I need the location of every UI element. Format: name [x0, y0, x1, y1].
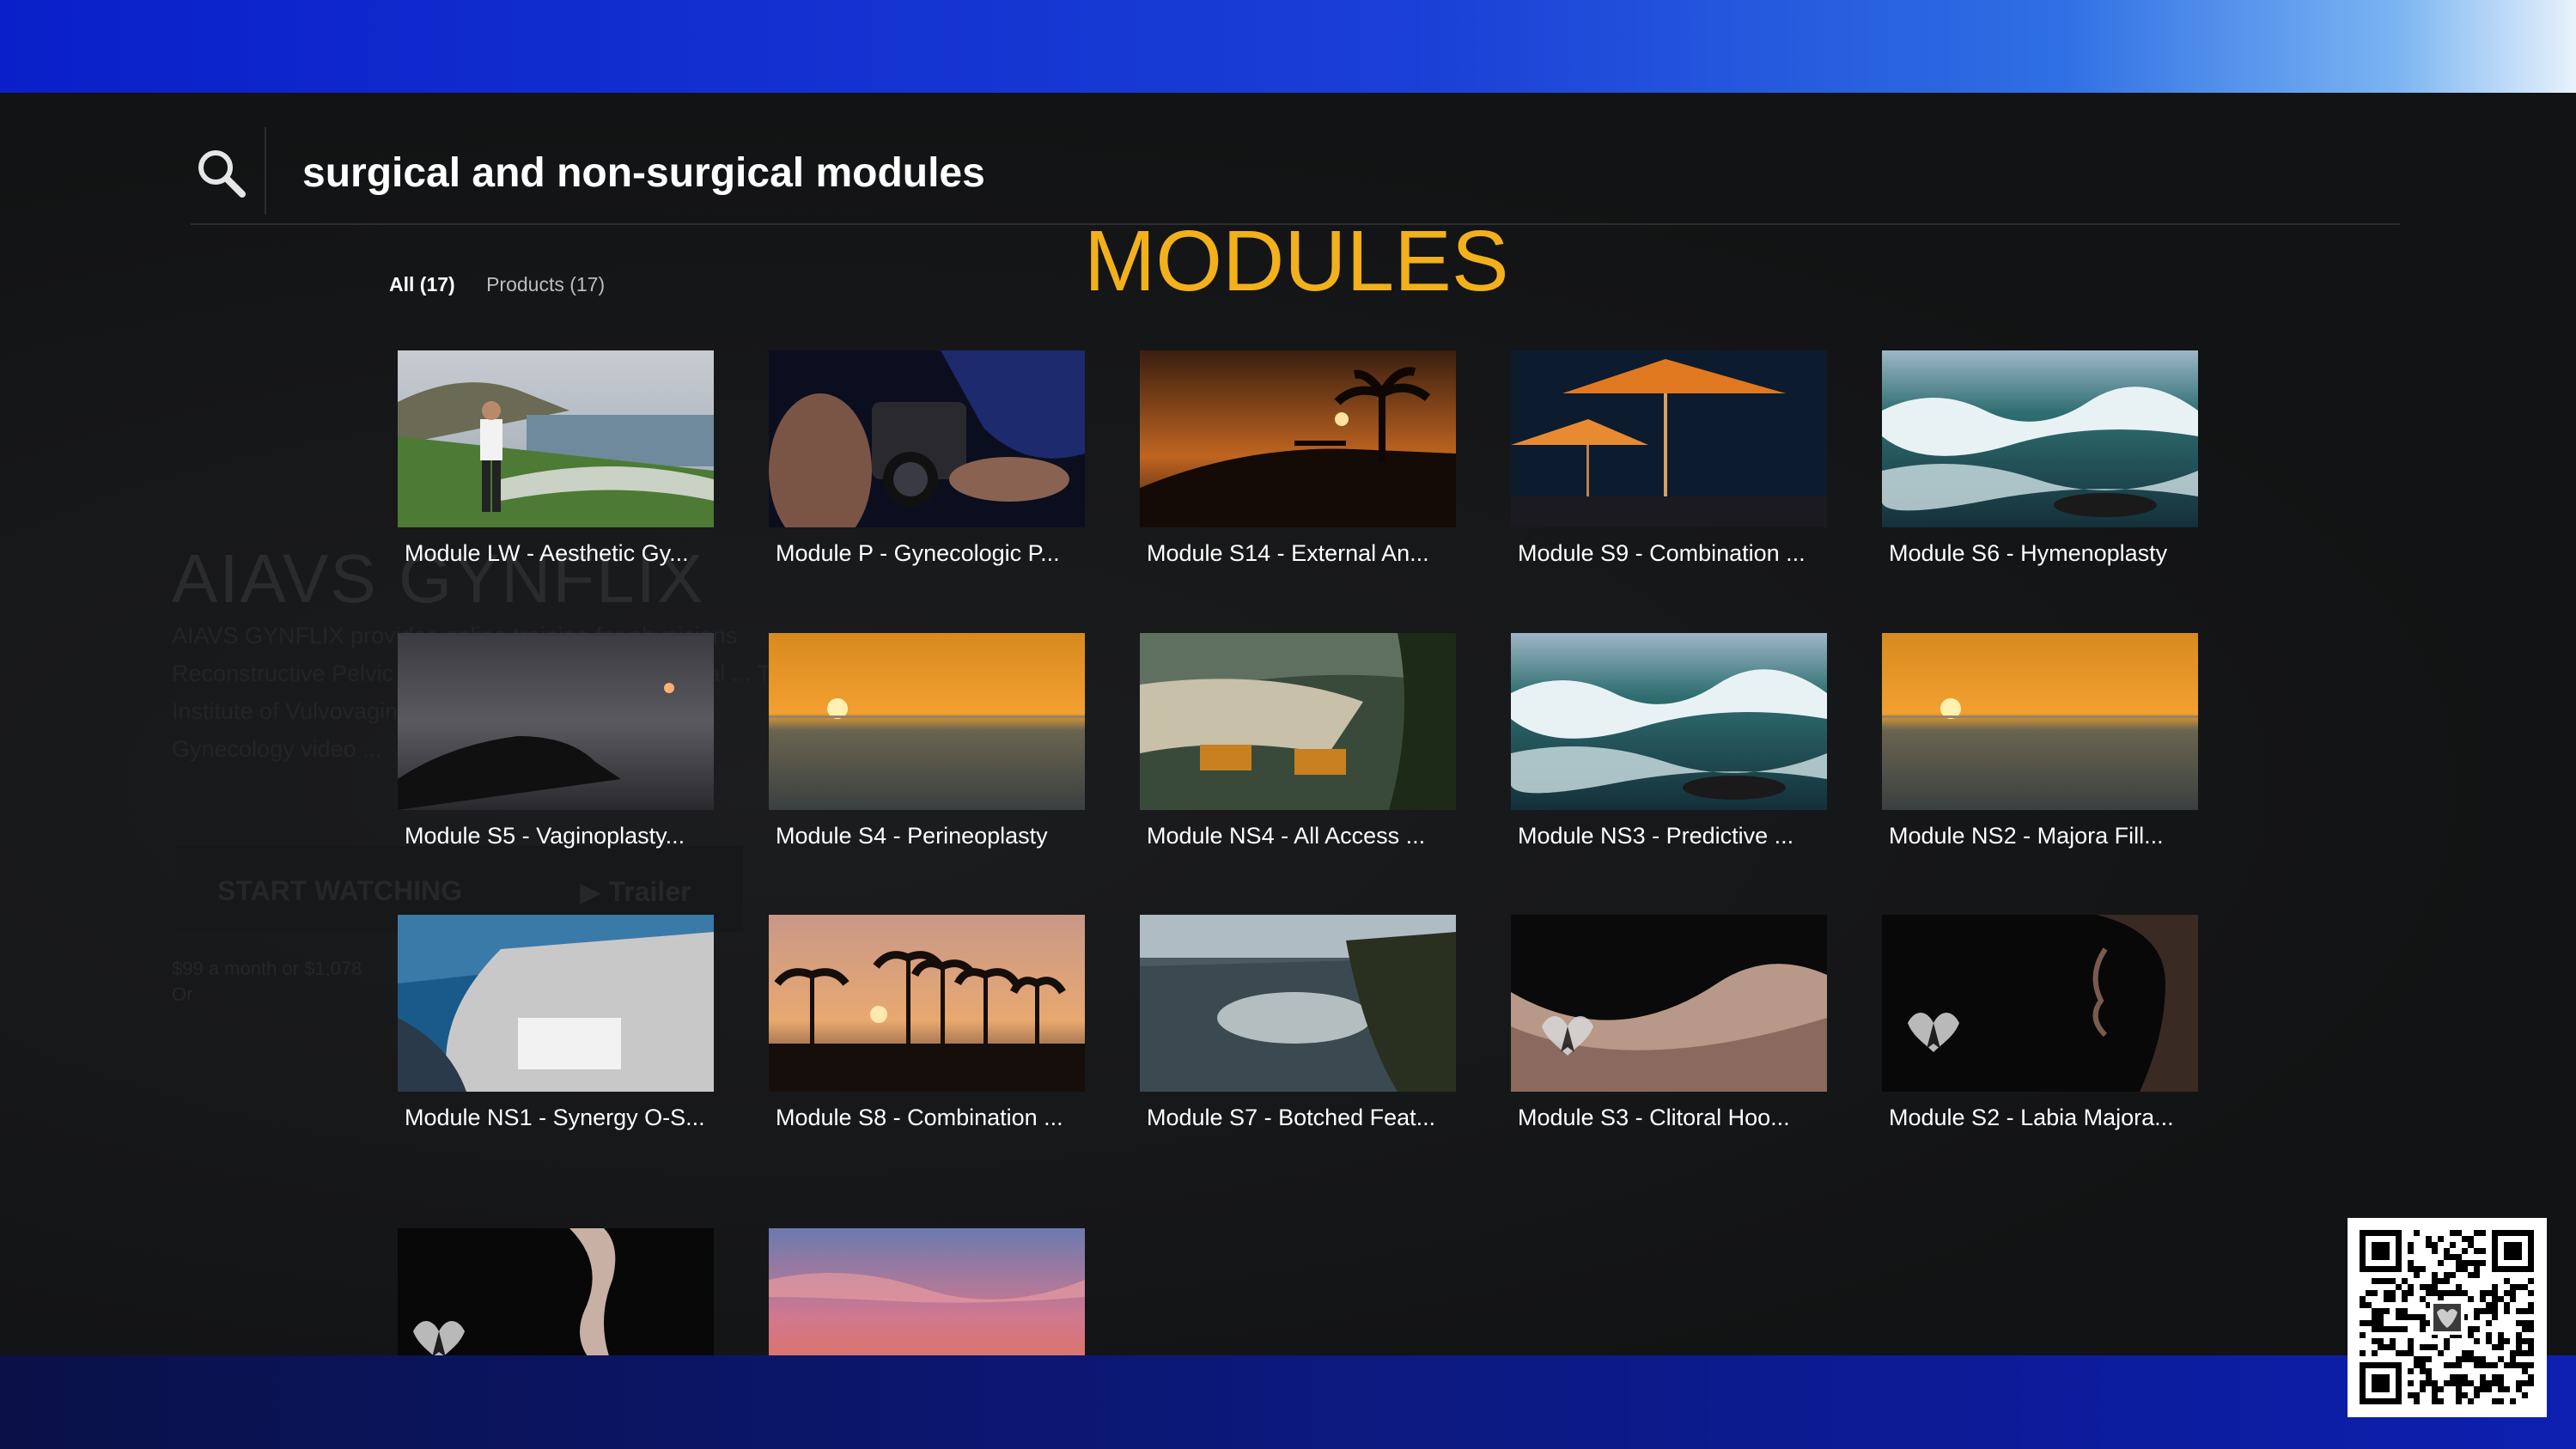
module-title[interactable]: Module S14 - External An... — [1140, 536, 1456, 570]
filter-tab-products[interactable]: Products (17) — [486, 273, 605, 295]
main-panel: AIAVS GYNFLIX AIAVS GYNFLIX provides onl… — [0, 93, 2576, 1355]
module-card[interactable] — [398, 1228, 714, 1355]
module-title[interactable]: Module S7 - Botched Feat... — [1140, 1100, 1456, 1135]
module-thumbnail[interactable] — [769, 915, 1085, 1092]
search-input[interactable]: surgical and non-surgical modules — [302, 149, 985, 197]
module-thumbnail[interactable] — [398, 633, 714, 810]
module-card[interactable] — [769, 1228, 1085, 1355]
module-thumbnail[interactable] — [1511, 633, 1827, 810]
background-price: $99 a month or $1,078 Or — [172, 958, 362, 1005]
start-watching-button: START WATCHING — [217, 875, 462, 906]
module-card[interactable]: Module S8 - Combination ... — [769, 915, 1085, 1135]
module-thumbnail[interactable] — [1140, 915, 1456, 1092]
module-thumbnail[interactable] — [1882, 350, 2198, 527]
module-title[interactable]: Module P - Gynecologic P... — [769, 536, 1085, 570]
module-thumbnail[interactable] — [1882, 633, 2198, 810]
search-divider — [265, 127, 266, 215]
module-card[interactable]: Module S6 - Hymenoplasty — [1882, 350, 2198, 570]
module-title[interactable]: Module NS3 - Predictive ... — [1511, 819, 1827, 853]
search-icon[interactable] — [194, 146, 247, 199]
module-title[interactable]: Module NS1 - Synergy O-S... — [398, 1100, 714, 1135]
module-card[interactable]: Module S3 - Clitoral Hoo... — [1511, 915, 1827, 1135]
module-title[interactable]: Module S8 - Combination ... — [769, 1100, 1085, 1135]
qr-code — [2348, 1218, 2547, 1417]
module-card[interactable]: Module NS3 - Predictive ... — [1511, 633, 1827, 853]
module-title[interactable]: Module S9 - Combination ... — [1511, 536, 1827, 570]
module-title[interactable]: Module S5 - Vaginoplasty... — [398, 819, 714, 853]
module-card[interactable]: Module S9 - Combination ... — [1511, 350, 1827, 570]
module-thumbnail[interactable] — [1140, 350, 1456, 527]
module-title[interactable]: Module S6 - Hymenoplasty — [1882, 536, 2198, 570]
module-card[interactable]: Module NS1 - Synergy O-S... — [398, 915, 714, 1135]
module-thumbnail[interactable] — [1140, 633, 1456, 810]
module-thumbnail[interactable] — [769, 350, 1085, 527]
module-thumbnail[interactable] — [1511, 915, 1827, 1092]
module-thumbnail[interactable] — [398, 1228, 714, 1355]
module-thumbnail[interactable] — [1511, 350, 1827, 527]
background-description-line: Gynecology video ... — [172, 736, 382, 762]
top-banner — [0, 0, 2576, 93]
module-title[interactable]: Module NS4 - All Access ... — [1140, 819, 1456, 853]
module-title[interactable]: Module S2 - Labia Majora... — [1882, 1100, 2198, 1135]
module-card[interactable]: Module S14 - External An... — [1140, 350, 1456, 570]
module-thumbnail[interactable] — [1882, 915, 2198, 1092]
module-title[interactable]: Module S4 - Perineoplasty — [769, 819, 1085, 853]
page-title: MODULES — [1084, 213, 1509, 309]
module-thumbnail[interactable] — [769, 1228, 1085, 1355]
module-card[interactable]: Module NS4 - All Access ... — [1140, 633, 1456, 853]
module-card[interactable]: Module NS2 - Majora Fill... — [1882, 633, 2198, 853]
bottom-banner — [0, 1355, 2576, 1449]
module-card[interactable]: Module S5 - Vaginoplasty... — [398, 633, 714, 853]
module-card[interactable]: Module LW - Aesthetic Gy... — [398, 350, 714, 570]
module-card[interactable]: Module P - Gynecologic P... — [769, 350, 1085, 570]
module-thumbnail[interactable] — [769, 633, 1085, 810]
result-filters: All (17) Products (17) — [389, 273, 605, 296]
search-bar[interactable]: surgical and non-surgical modules — [191, 127, 2400, 225]
trailer-button: ▶ Trailer — [580, 876, 691, 907]
module-card[interactable]: Module S7 - Botched Feat... — [1140, 915, 1456, 1135]
module-thumbnail[interactable] — [398, 915, 714, 1092]
module-title[interactable]: Module LW - Aesthetic Gy... — [398, 536, 714, 570]
module-thumbnail[interactable] — [398, 350, 714, 527]
module-title[interactable]: Module NS2 - Majora Fill... — [1882, 819, 2198, 853]
module-title[interactable]: Module S3 - Clitoral Hoo... — [1511, 1100, 1827, 1135]
module-card[interactable]: Module S2 - Labia Majora... — [1882, 915, 2198, 1135]
module-card[interactable]: Module S4 - Perineoplasty — [769, 633, 1085, 853]
filter-tab-all[interactable]: All (17) — [389, 273, 455, 295]
